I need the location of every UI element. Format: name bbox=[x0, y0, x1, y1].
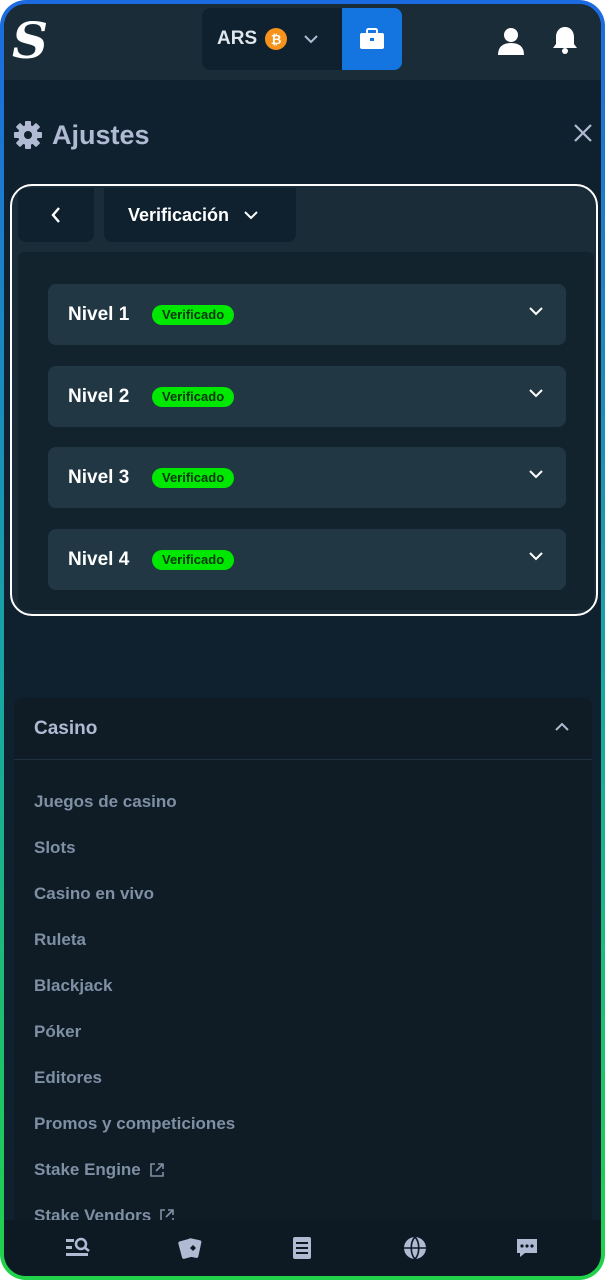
level-row[interactable]: Nivel 4 Verificado bbox=[48, 529, 566, 590]
menu-item-label: Slots bbox=[34, 838, 76, 857]
currency-label: ARS bbox=[217, 28, 258, 49]
nav-casino[interactable] bbox=[160, 1228, 220, 1268]
level-title: Nivel 2 bbox=[68, 385, 130, 407]
verification-card: Verificación Nivel 1 Verificado Nivel 2 … bbox=[10, 184, 598, 616]
casino-cards-icon bbox=[178, 1238, 202, 1259]
menu-item-label: Promos y competiciones bbox=[34, 1114, 236, 1133]
nav-sports[interactable] bbox=[385, 1228, 445, 1268]
chat-icon bbox=[516, 1239, 537, 1257]
level-row[interactable]: Nivel 1 Verificado bbox=[48, 284, 566, 345]
nav-browse[interactable] bbox=[48, 1228, 108, 1268]
status-badge: Verificado bbox=[152, 549, 235, 570]
bitcoin-icon: ₿ bbox=[265, 28, 288, 50]
menu-item-ruleta[interactable]: Ruleta bbox=[34, 930, 86, 950]
status-badge: Verificado bbox=[152, 386, 235, 407]
wallet-widget: ARS ₿ bbox=[202, 8, 402, 70]
back-button[interactable] bbox=[18, 188, 94, 242]
nav-bets[interactable] bbox=[272, 1228, 332, 1268]
page-title: Ajustes bbox=[52, 119, 150, 150]
levels-list: Nivel 1 Verificado Nivel 2 Verificado Ni… bbox=[18, 252, 594, 610]
menu-item-label: Editores bbox=[34, 1068, 103, 1087]
menu-item-blackjack[interactable]: Blackjack bbox=[34, 976, 112, 996]
bell-icon[interactable] bbox=[550, 24, 580, 56]
chevron-down-icon bbox=[529, 389, 543, 398]
sports-ball-icon bbox=[403, 1236, 426, 1260]
menu-item-poker[interactable]: Póker bbox=[34, 1022, 81, 1042]
app-screen: S ARS ₿ Ajustes Verificación Nivel 1 Ver… bbox=[4, 4, 601, 1276]
menu-item-juegos-de-casino[interactable]: Juegos de casino bbox=[34, 792, 177, 812]
menu-item-slots[interactable]: Slots bbox=[34, 838, 76, 858]
chevron-down-icon bbox=[529, 307, 543, 316]
device-frame: S ARS ₿ Ajustes Verificación Nivel 1 Ver… bbox=[0, 0, 605, 1280]
chevron-left-icon bbox=[51, 207, 60, 223]
nav-chat[interactable] bbox=[497, 1228, 557, 1268]
bottom-nav bbox=[4, 1220, 601, 1276]
menu-item-stake-engine[interactable]: Stake Engine bbox=[34, 1160, 165, 1180]
gear-icon bbox=[14, 121, 42, 149]
menu-item-promos[interactable]: Promos y competiciones bbox=[34, 1114, 235, 1134]
wallet-button[interactable] bbox=[342, 8, 402, 70]
menu-item-label: Casino en vivo bbox=[34, 884, 154, 903]
menu-item-label: Stake Engine bbox=[34, 1160, 141, 1179]
chevron-down-icon bbox=[244, 211, 258, 220]
level-title: Nivel 1 bbox=[68, 303, 130, 325]
chevron-down-icon bbox=[304, 35, 318, 44]
casino-menu: Casino Juegos de casino Slots Casino en … bbox=[14, 698, 592, 1276]
browse-icon bbox=[66, 1237, 90, 1256]
section-dropdown-label: Verificación bbox=[128, 204, 230, 225]
chevron-down-icon bbox=[529, 470, 543, 479]
menu-item-label: Blackjack bbox=[34, 976, 113, 995]
menu-item-label: Juegos de casino bbox=[34, 792, 177, 811]
menu-item-label: Ruleta bbox=[34, 930, 86, 949]
menu-item-label: Póker bbox=[34, 1022, 82, 1041]
external-link-icon bbox=[149, 1163, 164, 1177]
level-title: Nivel 4 bbox=[68, 548, 130, 570]
menu-item-editores[interactable]: Editores bbox=[34, 1068, 102, 1088]
chevron-down-icon bbox=[529, 552, 543, 561]
top-bar: S ARS ₿ bbox=[4, 4, 601, 80]
chevron-up-icon bbox=[555, 722, 569, 731]
status-badge: Verificado bbox=[152, 467, 235, 488]
wallet-icon bbox=[360, 28, 384, 49]
casino-menu-header[interactable]: Casino bbox=[14, 698, 592, 760]
currency-selector[interactable]: ARS ₿ bbox=[202, 8, 342, 70]
settings-header: Ajustes bbox=[14, 114, 594, 156]
casino-menu-title: Casino bbox=[34, 717, 98, 739]
level-title: Nivel 3 bbox=[68, 466, 130, 488]
bets-list-icon bbox=[293, 1237, 312, 1259]
close-icon[interactable] bbox=[572, 122, 594, 144]
user-icon[interactable] bbox=[494, 24, 528, 58]
section-dropdown[interactable]: Verificación bbox=[104, 188, 296, 242]
level-row[interactable]: Nivel 3 Verificado bbox=[48, 447, 566, 508]
menu-item-casino-en-vivo[interactable]: Casino en vivo bbox=[34, 884, 154, 904]
level-row[interactable]: Nivel 2 Verificado bbox=[48, 366, 566, 427]
status-badge: Verificado bbox=[152, 304, 235, 325]
stake-logo[interactable]: S bbox=[10, 12, 50, 70]
